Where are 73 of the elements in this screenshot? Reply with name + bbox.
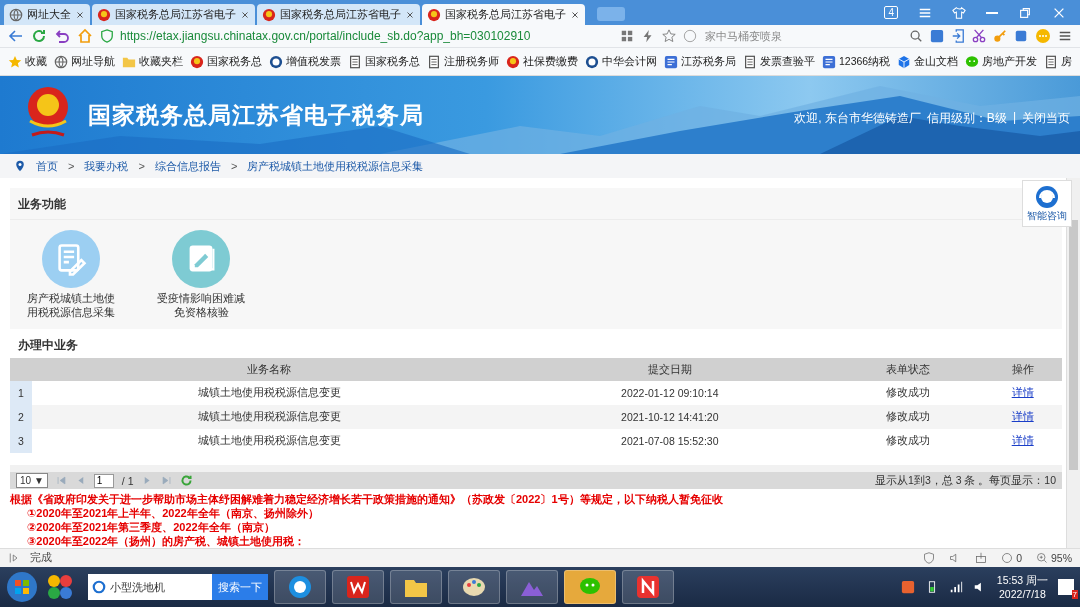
page-total: / 1	[121, 474, 134, 487]
breadcrumb-separator: >	[230, 160, 238, 172]
bookmark-item[interactable]: 注册税务师	[427, 54, 499, 69]
status-text: 完成	[30, 551, 52, 565]
table-cell: 城镇土地使用税税源信息变更	[32, 405, 507, 430]
browser-tab[interactable]: 网址大全	[4, 4, 90, 25]
row-number: 3	[10, 429, 32, 454]
blocked-count: 0	[1016, 552, 1022, 564]
bookmark-item[interactable]: 增值税发票	[269, 54, 341, 69]
address-field[interactable]: https://etax.jiangsu.chinatax.gov.cn/portal/include_sb.do?app_bh=030102910	[100, 26, 613, 46]
breadcrumb-link[interactable]: 综合信息报告	[154, 158, 221, 174]
taskbar-search-field[interactable]: 小型洗地机	[88, 574, 212, 600]
notice-item: ①2020年至2021年上半年、2022年全年（南京、扬州除外）	[26, 506, 320, 520]
table-cell: 2021-07-08 15:52:30	[506, 429, 833, 454]
breadcrumb-separator: >	[68, 160, 75, 172]
table-cell: 2021-10-12 14:41:20	[506, 405, 833, 430]
browser-tab[interactable]: 国家税务总局江苏省电子	[257, 4, 420, 25]
page-size-select[interactable]: 10 ▼	[16, 473, 48, 489]
breadcrumb-link[interactable]: 我要办税	[84, 158, 129, 174]
breadcrumb-link[interactable]: 首页	[36, 158, 58, 174]
bookmark-item[interactable]: 网址导航	[54, 54, 115, 69]
section-title: 办理中业务	[17, 337, 79, 355]
function-tile[interactable]: 受疫情影响困难减免资格核验	[156, 230, 246, 320]
clock-time: 15:53 周一	[996, 573, 1048, 587]
table-cell: 修改成功	[832, 381, 984, 406]
row-number: 2	[10, 405, 32, 430]
credit-level: 信用级别：B级	[926, 109, 1007, 127]
notice-item: ②2020年至2021年第三季度、2022年全年（南京）	[26, 520, 276, 534]
table-cell: 城镇土地使用税税源信息变更	[32, 381, 507, 406]
browser-tab[interactable]: 国家税务总局江苏省电子	[422, 4, 585, 25]
row-number: 1	[10, 381, 32, 406]
bookmark-item[interactable]: 12366纳税	[822, 54, 891, 69]
table-cell: 修改成功	[832, 405, 984, 430]
welcome-text: 欢迎, 东台市华德铸造厂	[794, 109, 921, 127]
clock-date: 2022/7/18	[999, 587, 1046, 601]
assistant-button[interactable]: 智能咨询	[1022, 180, 1072, 227]
column-header: 操作	[983, 358, 1062, 382]
breadcrumb-separator: >	[138, 160, 145, 172]
column-header: 业务名称	[32, 358, 507, 382]
notice-item: ③2020年至2022年（扬州）的房产税、城镇土地使用税：	[26, 534, 307, 548]
bookmark-item[interactable]: 国家税务总	[348, 54, 420, 69]
function-tile[interactable]: 房产税城镇土地使用税税源信息采集	[26, 230, 116, 320]
table-cell: 城镇土地使用税税源信息变更	[32, 429, 507, 454]
details-link[interactable]: 详情	[1011, 434, 1034, 447]
details-link[interactable]: 详情	[1011, 386, 1034, 399]
column-header: 提交日期	[506, 358, 833, 382]
bookmark-item[interactable]: 收藏夹栏	[122, 54, 183, 69]
table-cell: 修改成功	[832, 429, 984, 454]
page-field[interactable]: 1	[93, 473, 114, 488]
separator: |	[1012, 109, 1016, 126]
notice-text: 根据《省政府印发关于进一步帮助市场主体纾困解难着力稳定经济增长若干政策措施的通知》（苏政发〔2022〕1号）等规定，以下纳税人暂免征收	[10, 492, 724, 506]
bookmark-item[interactable]: 国家税务总	[190, 54, 262, 69]
search-button[interactable]: 搜索一下	[212, 574, 268, 600]
close-page-link[interactable]: 关闭当页	[1022, 109, 1070, 127]
site-title: 国家税务总局江苏省电子税务局	[88, 100, 424, 130]
search-query: 小型洗地机	[110, 579, 166, 595]
pager-summary: 显示从1到3，总 3 条 。每页显示：10	[875, 473, 1056, 488]
browser-tab[interactable]: 国家税务总局江苏省电子	[92, 4, 255, 25]
bookmark-item[interactable]: 金山文档	[897, 54, 959, 69]
url-text: https://etax.jiangsu.chinatax.gov.cn/portal/include_sb.do?app_bh=030102910	[120, 29, 531, 43]
breadcrumb-link[interactable]: 房产税城镇土地使用税税源信息采集	[247, 158, 424, 174]
bookmark-item[interactable]: 房地产开发	[965, 54, 1038, 69]
bookmark-item[interactable]: 收藏	[8, 54, 47, 69]
column-header: 表单状态	[832, 358, 984, 382]
bookmark-item[interactable]: 发票查验平	[743, 54, 815, 69]
details-link[interactable]: 详情	[1011, 410, 1034, 423]
bookmark-item[interactable]: 中华会计网	[585, 54, 657, 69]
bookmark-item[interactable]: 江苏税务局	[664, 54, 736, 69]
table-cell: 2022-01-12 09:10:14	[506, 381, 833, 406]
zoom-level[interactable]: 95%	[1051, 552, 1072, 564]
bookmark-item[interactable]: 社保费缴费	[506, 54, 578, 69]
bookmark-item[interactable]: 房	[1044, 54, 1073, 69]
search-field[interactable]: 家中马桶变喷泉	[703, 26, 903, 46]
